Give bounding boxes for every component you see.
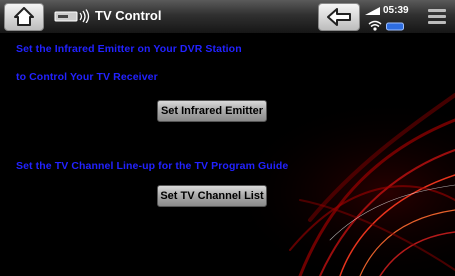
menu-icon-bar <box>428 21 446 24</box>
ir-instruction-line1: Set the Infrared Emitter on Your DVR Sta… <box>16 43 242 55</box>
top-bar: TV Control 05:39 <box>0 0 455 34</box>
menu-icon <box>428 9 446 12</box>
storage-icon <box>386 22 404 31</box>
menu-button[interactable] <box>424 5 450 27</box>
home-button[interactable] <box>4 3 44 31</box>
ir-emitter-icon <box>54 9 90 23</box>
channel-instruction-line: Set the TV Channel Line-up for the TV Pr… <box>16 160 289 172</box>
back-button[interactable] <box>318 3 360 31</box>
clock: 05:39 <box>383 5 409 16</box>
menu-icon-bar <box>428 15 446 18</box>
home-icon <box>14 7 34 26</box>
set-infrared-emitter-button[interactable]: Set Infrared Emitter <box>157 100 267 122</box>
background-light-streaks <box>0 0 455 276</box>
back-arrow-icon <box>327 8 351 26</box>
wifi-icon <box>368 20 382 31</box>
page-title: TV Control <box>95 8 162 23</box>
tv-control-screen: TV Control 05:39 Set the Infrared Emitte… <box>0 0 455 276</box>
set-tv-channel-list-button[interactable]: Set TV Channel List <box>157 185 267 207</box>
ir-instruction-line2: to Control Your TV Receiver <box>16 71 158 83</box>
battery-icon <box>365 7 380 15</box>
status-area: 05:39 <box>362 2 416 32</box>
